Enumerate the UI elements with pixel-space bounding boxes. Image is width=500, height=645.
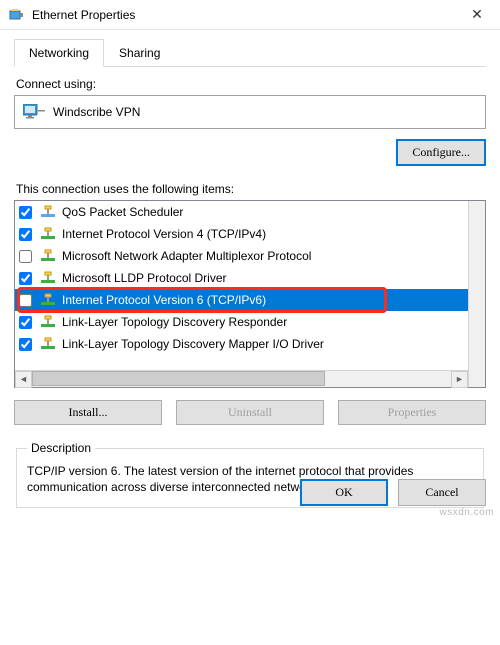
list-item[interactable]: Microsoft LLDP Protocol Driver xyxy=(15,267,468,289)
list-item[interactable]: Link-Layer Topology Discovery Mapper I/O… xyxy=(15,333,468,355)
protocol-icon xyxy=(40,292,56,308)
close-button[interactable]: ✕ xyxy=(454,0,500,30)
items-listbox[interactable]: QoS Packet Scheduler Internet Protocol Ve… xyxy=(14,200,486,388)
item-label: Link-Layer Topology Discovery Responder xyxy=(62,315,287,329)
item-label: Microsoft LLDP Protocol Driver xyxy=(62,271,227,285)
item-checkbox[interactable] xyxy=(19,228,32,241)
dialog-footer: OK Cancel xyxy=(0,467,500,520)
protocol-icon xyxy=(40,270,56,286)
install-button[interactable]: Install... xyxy=(14,400,162,425)
list-item[interactable]: Link-Layer Topology Discovery Responder xyxy=(15,311,468,333)
protocol-icon xyxy=(40,314,56,330)
close-icon: ✕ xyxy=(471,6,483,23)
adapter-name: Windscribe VPN xyxy=(53,105,140,119)
item-label: QoS Packet Scheduler xyxy=(62,205,183,219)
cancel-button[interactable]: Cancel xyxy=(398,479,486,506)
item-checkbox[interactable] xyxy=(19,250,32,263)
connect-using-label: Connect using: xyxy=(16,77,484,91)
protocol-icon xyxy=(40,248,56,264)
list-item[interactable]: Internet Protocol Version 6 (TCP/IPv6) xyxy=(15,289,468,311)
network-adapter-icon xyxy=(8,7,24,23)
protocol-icon xyxy=(40,336,56,352)
item-label: Internet Protocol Version 4 (TCP/IPv4) xyxy=(62,227,266,241)
description-legend: Description xyxy=(27,441,95,455)
vertical-scrollbar[interactable] xyxy=(468,201,485,387)
window-title: Ethernet Properties xyxy=(32,8,454,22)
list-item[interactable]: Internet Protocol Version 4 (TCP/IPv4) xyxy=(15,223,468,245)
item-label: Microsoft Network Adapter Multiplexor Pr… xyxy=(62,249,311,263)
monitor-network-icon xyxy=(23,104,45,120)
items-label: This connection uses the following items… xyxy=(16,182,484,196)
properties-button: Properties xyxy=(338,400,486,425)
item-checkbox[interactable] xyxy=(19,316,32,329)
protocol-icon xyxy=(40,226,56,242)
item-checkbox[interactable] xyxy=(19,206,32,219)
item-label: Link-Layer Topology Discovery Mapper I/O… xyxy=(62,337,324,351)
scroll-left-arrow-icon[interactable]: ◄ xyxy=(15,371,32,388)
title-bar: Ethernet Properties ✕ xyxy=(0,0,500,30)
adapter-box: Windscribe VPN xyxy=(14,95,486,129)
configure-button[interactable]: Configure... xyxy=(396,139,486,166)
uninstall-button: Uninstall xyxy=(176,400,324,425)
ok-button[interactable]: OK xyxy=(300,479,388,506)
list-item[interactable]: QoS Packet Scheduler xyxy=(15,201,468,223)
horizontal-scrollbar[interactable]: ◄ ► xyxy=(15,370,468,387)
tab-strip: Networking Sharing xyxy=(14,38,486,67)
item-checkbox[interactable] xyxy=(19,338,32,351)
list-item[interactable]: Microsoft Network Adapter Multiplexor Pr… xyxy=(15,245,468,267)
tab-sharing[interactable]: Sharing xyxy=(104,39,175,67)
protocol-icon xyxy=(40,204,56,220)
watermark-text: wsxdn.com xyxy=(439,507,494,518)
item-checkbox[interactable] xyxy=(19,272,32,285)
scroll-track[interactable] xyxy=(32,371,451,388)
scroll-thumb[interactable] xyxy=(32,371,325,386)
item-label: Internet Protocol Version 6 (TCP/IPv6) xyxy=(62,293,266,307)
item-checkbox[interactable] xyxy=(19,294,32,307)
tab-networking[interactable]: Networking xyxy=(14,39,104,67)
scroll-right-arrow-icon[interactable]: ► xyxy=(451,371,468,388)
